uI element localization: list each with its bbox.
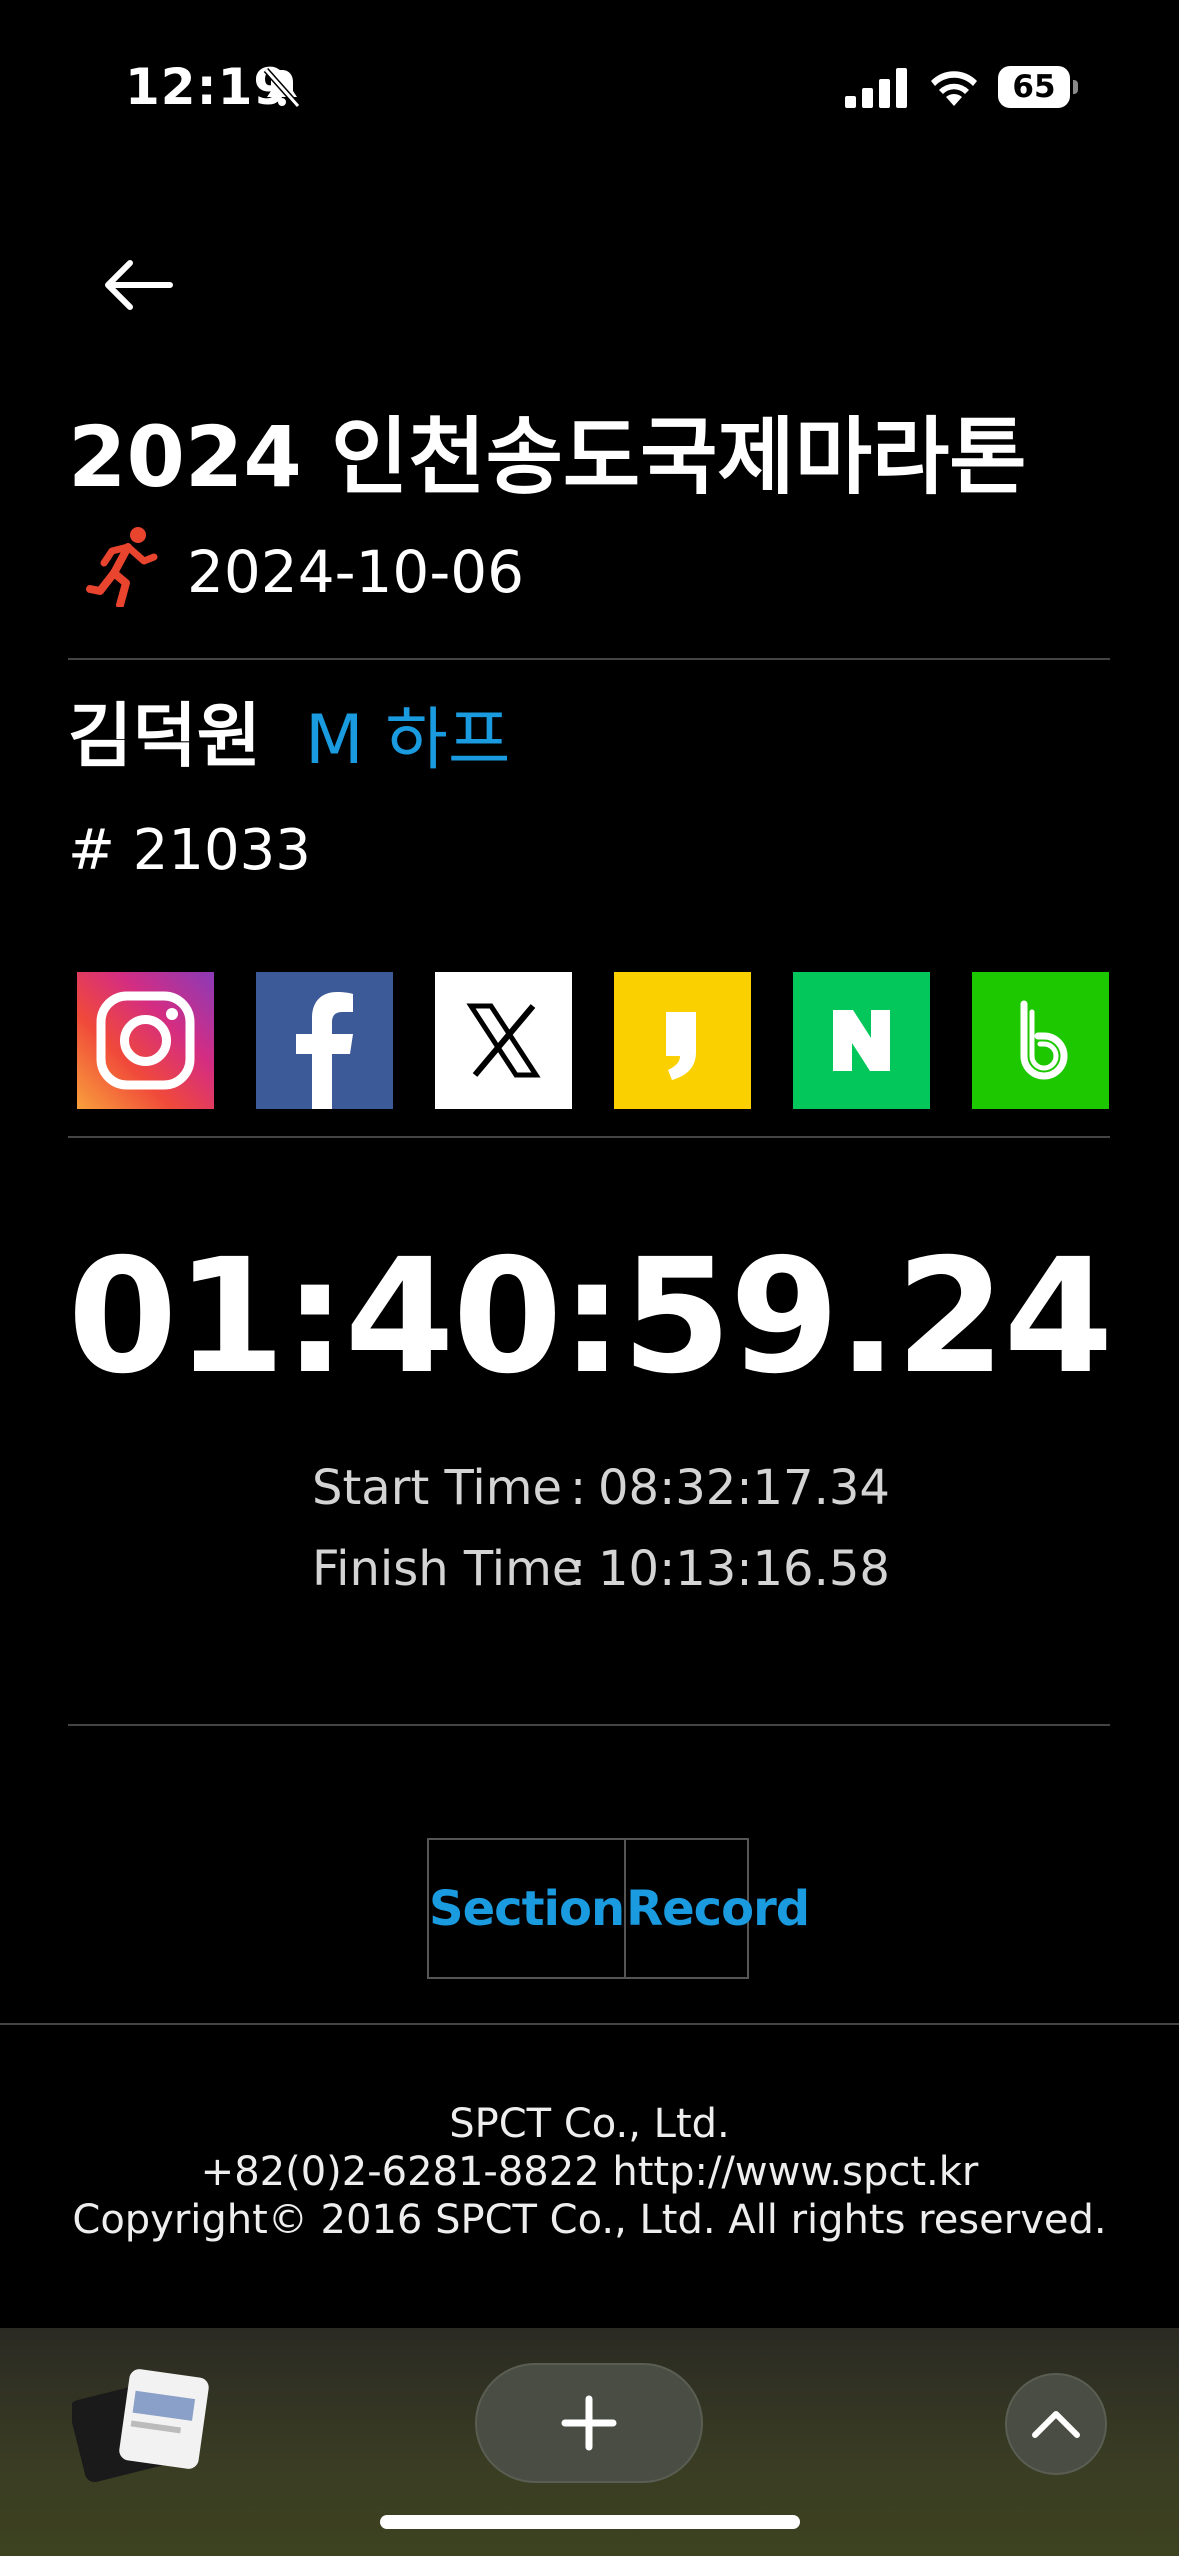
naver-icon xyxy=(833,1010,890,1071)
page-footer: SPCT Co., Ltd. +82(0)2-6281-8822 http://… xyxy=(0,2100,1179,2244)
scroll-top-button[interactable] xyxy=(1005,2373,1107,2475)
battery-level: 65 xyxy=(998,66,1070,108)
signal-icon xyxy=(845,68,907,108)
tabs-overview-icon[interactable] xyxy=(72,2365,212,2485)
x-icon xyxy=(466,1003,541,1078)
start-time-row: Start Time : 08:32:17.34 xyxy=(0,1460,1179,1520)
battery-indicator: 65 xyxy=(998,66,1078,108)
event-date: 2024-10-06 xyxy=(187,538,525,606)
runner-icon xyxy=(86,527,158,607)
facebook-share-button[interactable] xyxy=(256,972,393,1109)
finish-time-colon: : xyxy=(570,1541,587,1597)
finish-time-value: 10:13:16.58 xyxy=(598,1541,890,1597)
race-category: M 하프 xyxy=(305,701,511,780)
finish-time-row: Finish Time : 10:13:16.58 xyxy=(0,1541,1179,1601)
bib-number: # 21033 xyxy=(68,818,311,883)
plus-icon xyxy=(561,2395,617,2451)
wifi-icon xyxy=(931,71,977,106)
home-indicator[interactable] xyxy=(380,2515,800,2529)
section-record-tabs: Section Record xyxy=(427,1838,810,1979)
divider xyxy=(68,1724,1110,1726)
start-time-value: 08:32:17.34 xyxy=(598,1460,890,1516)
runner-name: 김덕원 xyxy=(68,695,262,777)
band-icon xyxy=(1020,1000,1068,1080)
record-tab[interactable]: Record xyxy=(624,1840,810,1977)
x-share-button[interactable] xyxy=(435,972,572,1109)
section-tab[interactable]: Section xyxy=(429,1840,625,1977)
finish-record-time: 01:40:59.24 xyxy=(67,1225,1114,1409)
kakaostory-share-button[interactable] xyxy=(614,972,751,1109)
kakaostory-icon xyxy=(666,1012,696,1080)
start-time-colon: : xyxy=(570,1460,587,1516)
divider xyxy=(68,658,1110,660)
finish-time-label: Finish Time xyxy=(312,1541,582,1597)
back-arrow-icon[interactable] xyxy=(100,255,175,315)
start-time-label: Start Time xyxy=(312,1460,562,1516)
band-share-button[interactable] xyxy=(972,972,1109,1109)
new-tab-button[interactable] xyxy=(475,2363,703,2483)
chevron-up-icon xyxy=(1032,2411,1080,2438)
instagram-share-button[interactable] xyxy=(77,972,214,1109)
instagram-icon xyxy=(96,991,195,1090)
event-title: 2024 인천송도국제마라톤 xyxy=(68,408,1027,506)
footer-copyright: Copyright© 2016 SPCT Co., Ltd. All right… xyxy=(72,2197,1107,2243)
divider xyxy=(68,1136,1110,1138)
footer-contact: +82(0)2-6281-8822 http://www.spct.kr xyxy=(200,2149,979,2195)
facebook-icon xyxy=(296,992,353,1109)
footer-company: SPCT Co., Ltd. xyxy=(449,2101,730,2147)
naver-share-button[interactable] xyxy=(793,972,930,1109)
bell-muted-icon xyxy=(263,68,301,108)
divider xyxy=(0,2023,1179,2025)
